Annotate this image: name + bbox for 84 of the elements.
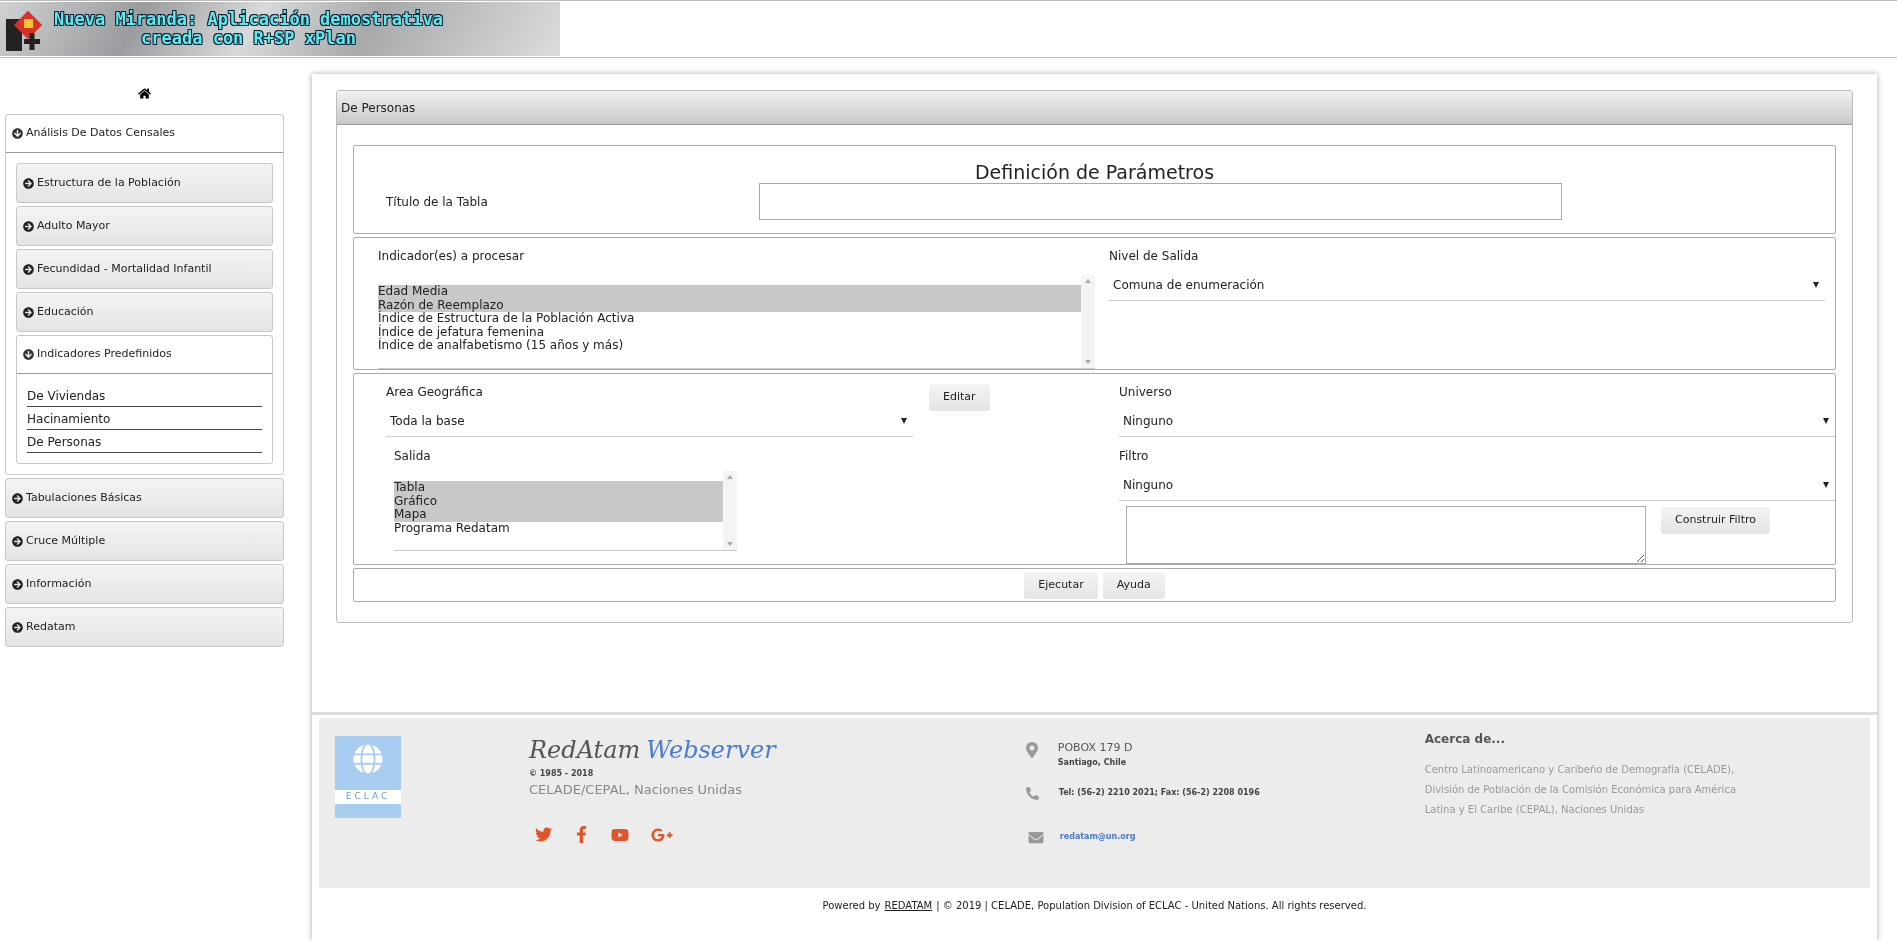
action-button[interactable]: Editar [929,383,990,411]
about-text: División de Población de la Comisión Económica para América [1424,783,1737,797]
form-heading: Definición de Parámetros [973,160,1216,185]
city-text: Santiago, Chile [1057,756,1128,769]
list-box[interactable]: Tabla Gráfico Mapa Programa Redatam [394,471,737,551]
menu-link[interactable]: Hacinamiento [27,407,262,430]
scroll-up-icon [1085,279,1091,283]
dropdown[interactable]: Ninguno [1119,405,1835,437]
scrollbar[interactable] [723,471,737,550]
facebook-icon[interactable] [574,825,589,843]
scroll-down-icon [727,542,733,546]
field-label: Nivel de Salida [1109,248,1200,265]
panel-title: De Personas [341,99,416,117]
google-plus-icon[interactable] [651,825,673,844]
accordion-title: Educación [37,303,94,320]
phone-text: Tel: (56-2) 2210 2021; Fax: (56-2) 2208 0196 [1058,787,1260,799]
action-button[interactable]: Ejecutar [1024,571,1098,599]
phone-icon [1025,786,1039,800]
email-link[interactable]: redatam@un.org [1059,831,1136,843]
banner-title: Nueva Miranda: Aplicación demostrativa [54,10,443,29]
accordion-header[interactable]: Adulto Mayor [17,207,272,245]
about-text: Latina y El Caribe (CEPAL), Naciones Unidas [1424,803,1646,817]
field-label: Area Geográfica [386,384,484,401]
about-text: Centro Latinoamericano y Caribeño de Demografía (CELADE), [1424,763,1736,777]
brand-product: Webserver [646,735,776,766]
globe-icon [353,744,383,774]
accordion-header[interactable]: Cruce Múltiple [6,522,283,560]
caret-icon [901,417,907,424]
caret-icon [1823,417,1829,424]
accordion-header[interactable]: Estructura de la Población [17,164,272,202]
accordion-header[interactable]: Tabulaciones Básicas [6,479,283,517]
menu-link[interactable]: De Viviendas [27,384,262,407]
copyright-years: © 1985 - 2018 [529,768,595,780]
brand-name: RedAtam [529,735,641,766]
accordion-title: Adulto Mayor [37,217,110,234]
accordion-title: Cruce Múltiple [26,532,106,549]
caret-icon [1813,281,1819,288]
list-option[interactable]: Edad Media [378,285,1081,299]
accordion-header[interactable]: Fecundidad - Mortalidad Infantil [17,250,272,288]
menu-link[interactable]: De Personas [27,430,262,453]
list-option[interactable]: Tabla [394,481,723,495]
twitter-icon[interactable] [535,825,552,843]
org-name: CELADE/CEPAL, Naciones Unidas [529,781,743,799]
dropdown[interactable]: Toda la base [386,405,913,437]
scroll-down-icon [1085,360,1091,364]
title-input[interactable] [759,182,1562,220]
dropdown[interactable]: Comuna de enumeración [1109,269,1825,301]
home-icon[interactable] [138,87,151,100]
accordion-title: Fecundidad - Mortalidad Infantil [37,260,212,277]
field-label: Indicador(es) a procesar [378,248,526,265]
action-button[interactable]: Ayuda [1102,571,1165,599]
redatam-link[interactable]: REDATAM [884,897,933,913]
accordion-title: Análisis De Datos Censales [26,125,176,142]
emblem-text: ECLAC [335,790,401,804]
accordion-title: Indicadores Predefinidos [37,346,172,363]
caret-icon [1823,481,1829,488]
field-label: Universo [1119,384,1173,401]
powered-by-text: Powered by [822,898,881,913]
list-option[interactable]: Índice de analfabetismo (15 años y más) [378,339,1081,353]
accordion-title: Tabulaciones Básicas [26,489,142,506]
about-title: Acerca de... [1424,731,1506,748]
accordion-header[interactable]: Información [6,565,283,603]
field-label: Título de la Tabla [386,193,489,211]
list-option[interactable]: Programa Redatam [394,521,723,535]
banner-subtitle: creada con R+SP xPlan [141,29,356,48]
scrollbar[interactable] [1081,275,1095,368]
scroll-up-icon [727,475,733,479]
accordion-header[interactable]: Redatam [6,608,283,646]
accordion-header[interactable]: Indicadores Predefinidos [17,336,272,374]
filter-textarea[interactable] [1126,506,1646,564]
dropdown[interactable]: Ninguno [1119,469,1835,501]
address-text: POBOX 179 D [1057,740,1133,756]
field-label: Salida [394,448,432,465]
accordion-title: Información [26,575,92,592]
accordion-header[interactable]: Educación [17,293,272,331]
accordion-title: Redatam [26,618,76,635]
field-label: Filtro [1119,448,1150,465]
accordion-title: Estructura de la Población [37,174,181,191]
copyright-text: | © 2019 | CELADE, Population Division of ECLAC - United Nations. All rights reserved. [936,898,1367,913]
action-button[interactable]: Construir Filtro [1661,506,1770,534]
list-option[interactable]: Mapa [394,508,723,522]
location-icon [1025,742,1038,758]
accordion-header[interactable]: Análisis De Datos Censales [6,115,283,153]
list-box[interactable]: Edad Media Razón de Reemplazo Índice de Estructura de la Población Activa Índice de jefatura femenina Índice de analfabetismo (15 años y más) [378,275,1095,369]
